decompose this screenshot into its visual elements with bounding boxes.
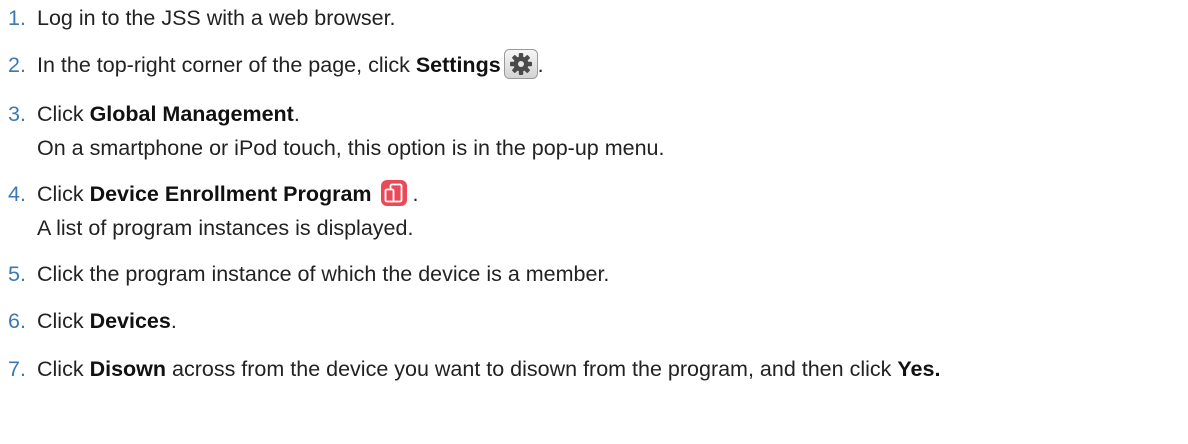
step-note: On a smartphone or iPod touch, this opti… [37,136,665,160]
global-management-label: Global Management [89,102,294,126]
step-text: Log in to the JSS with a web browser. [37,6,396,30]
step-6: 6. Click Devices. [8,304,177,338]
step-text: Click the program instance of which the … [37,262,610,286]
step-text: Click [37,102,90,126]
step-number: 1. [8,6,26,30]
devices-label: Devices [89,309,171,333]
step-suffix: . [537,53,544,77]
step-1: 1. Log in to the JSS with a web browser. [8,1,396,35]
step-number: 7. [8,357,26,381]
disown-label: Disown [89,357,167,381]
step-2: 2. In the top-right corner of the page, c… [8,48,544,82]
yes-label: Yes [897,357,935,381]
step-text: Click [37,357,90,381]
settings-label: Settings [415,53,501,77]
step-suffix: . [293,102,300,126]
step-note: A list of program instances is displayed… [37,216,414,240]
step-text: Click [37,309,90,333]
step-suffix: . [170,309,177,333]
step-5: 5. Click the program instance of which th… [8,257,609,291]
device-enrollment-icon [380,180,407,206]
step-suffix: . [412,182,419,206]
step-text: Click [37,182,90,206]
step-number: 6. [8,309,26,333]
step-suffix: . [934,357,941,381]
step-number: 2. [8,53,26,77]
step-number: 4. [8,182,26,206]
device-enrollment-program-label: Device Enrollment Program [89,182,372,206]
gear-icon [503,49,538,79]
step-number: 5. [8,262,26,286]
step-text: In the top-right corner of the page, cli… [37,53,416,77]
step-3: 3. Click Global Management. On a smartpho… [8,97,664,165]
step-4: 4. Click Device Enrollment Program . A li… [8,177,419,245]
step-number: 3. [8,102,26,126]
step-text: across from the device you want to disow… [166,357,898,381]
step-7: 7. Click Disown across from the device yo… [8,352,940,386]
